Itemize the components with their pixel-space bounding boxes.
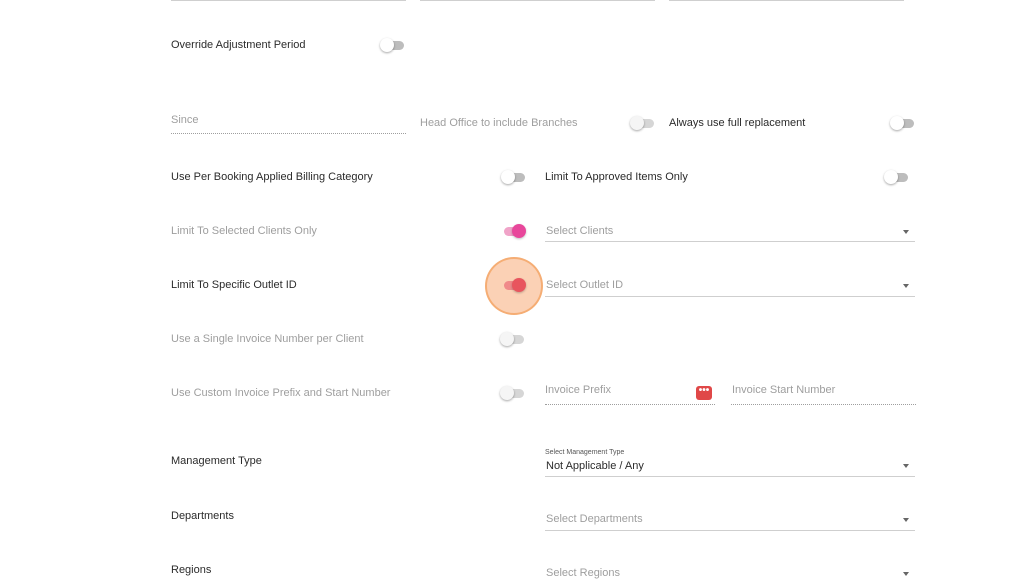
select-departments-dropdown[interactable]: Select Departments — [546, 513, 643, 525]
select-clients-underline — [545, 241, 915, 242]
password-manager-icon[interactable]: ••• — [696, 386, 712, 400]
invoice-prefix-input[interactable]: Invoice Prefix — [545, 384, 611, 396]
full-replacement-toggle[interactable] — [890, 116, 916, 130]
select-outlet-underline — [545, 296, 915, 297]
single-invoice-label: Use a Single Invoice Number per Client — [171, 333, 364, 345]
override-adjustment-label: Override Adjustment Period — [171, 39, 306, 51]
regions-label: Regions — [171, 564, 212, 576]
since-input[interactable]: Since — [171, 114, 199, 126]
management-type-underline — [545, 476, 915, 477]
departments-underline — [545, 530, 915, 531]
head-office-toggle[interactable] — [630, 116, 656, 130]
management-type-select[interactable]: Not Applicable / Any — [546, 460, 644, 472]
outlet-id-toggle[interactable] — [500, 278, 526, 292]
custom-prefix-toggle[interactable] — [500, 386, 526, 400]
per-booking-toggle[interactable] — [501, 170, 527, 184]
select-clients-dropdown[interactable]: Select Clients — [546, 225, 613, 237]
selected-clients-toggle[interactable] — [500, 224, 526, 238]
top-field-1[interactable] — [171, 0, 406, 1]
chevron-down-icon[interactable] — [903, 518, 909, 522]
since-underline — [171, 133, 406, 134]
selected-clients-label: Limit To Selected Clients Only — [171, 225, 317, 237]
invoice-start-underline — [731, 404, 916, 405]
approved-items-label: Limit To Approved Items Only — [545, 171, 688, 183]
per-booking-label: Use Per Booking Applied Billing Category — [171, 171, 373, 183]
single-invoice-toggle[interactable] — [500, 332, 526, 346]
approved-items-toggle[interactable] — [884, 170, 910, 184]
invoice-prefix-underline — [545, 404, 715, 405]
chevron-down-icon[interactable] — [903, 464, 909, 468]
outlet-id-label: Limit To Specific Outlet ID — [171, 279, 297, 291]
chevron-down-icon[interactable] — [903, 230, 909, 234]
select-regions-dropdown[interactable]: Select Regions — [546, 567, 620, 579]
select-outlet-dropdown[interactable]: Select Outlet ID — [546, 279, 623, 291]
top-field-3[interactable] — [669, 0, 904, 1]
chevron-down-icon[interactable] — [903, 284, 909, 288]
management-type-label: Management Type — [171, 455, 262, 467]
chevron-down-icon[interactable] — [903, 572, 909, 576]
full-replacement-label: Always use full replacement — [669, 117, 806, 129]
custom-prefix-label: Use Custom Invoice Prefix and Start Numb… — [171, 387, 391, 399]
invoice-start-input[interactable]: Invoice Start Number — [732, 384, 835, 396]
departments-label: Departments — [171, 510, 234, 522]
top-field-2[interactable] — [420, 0, 655, 1]
management-type-caption: Select Management Type — [545, 449, 625, 456]
override-adjustment-toggle[interactable] — [380, 38, 406, 52]
head-office-label: Head Office to include Branches — [420, 117, 578, 129]
